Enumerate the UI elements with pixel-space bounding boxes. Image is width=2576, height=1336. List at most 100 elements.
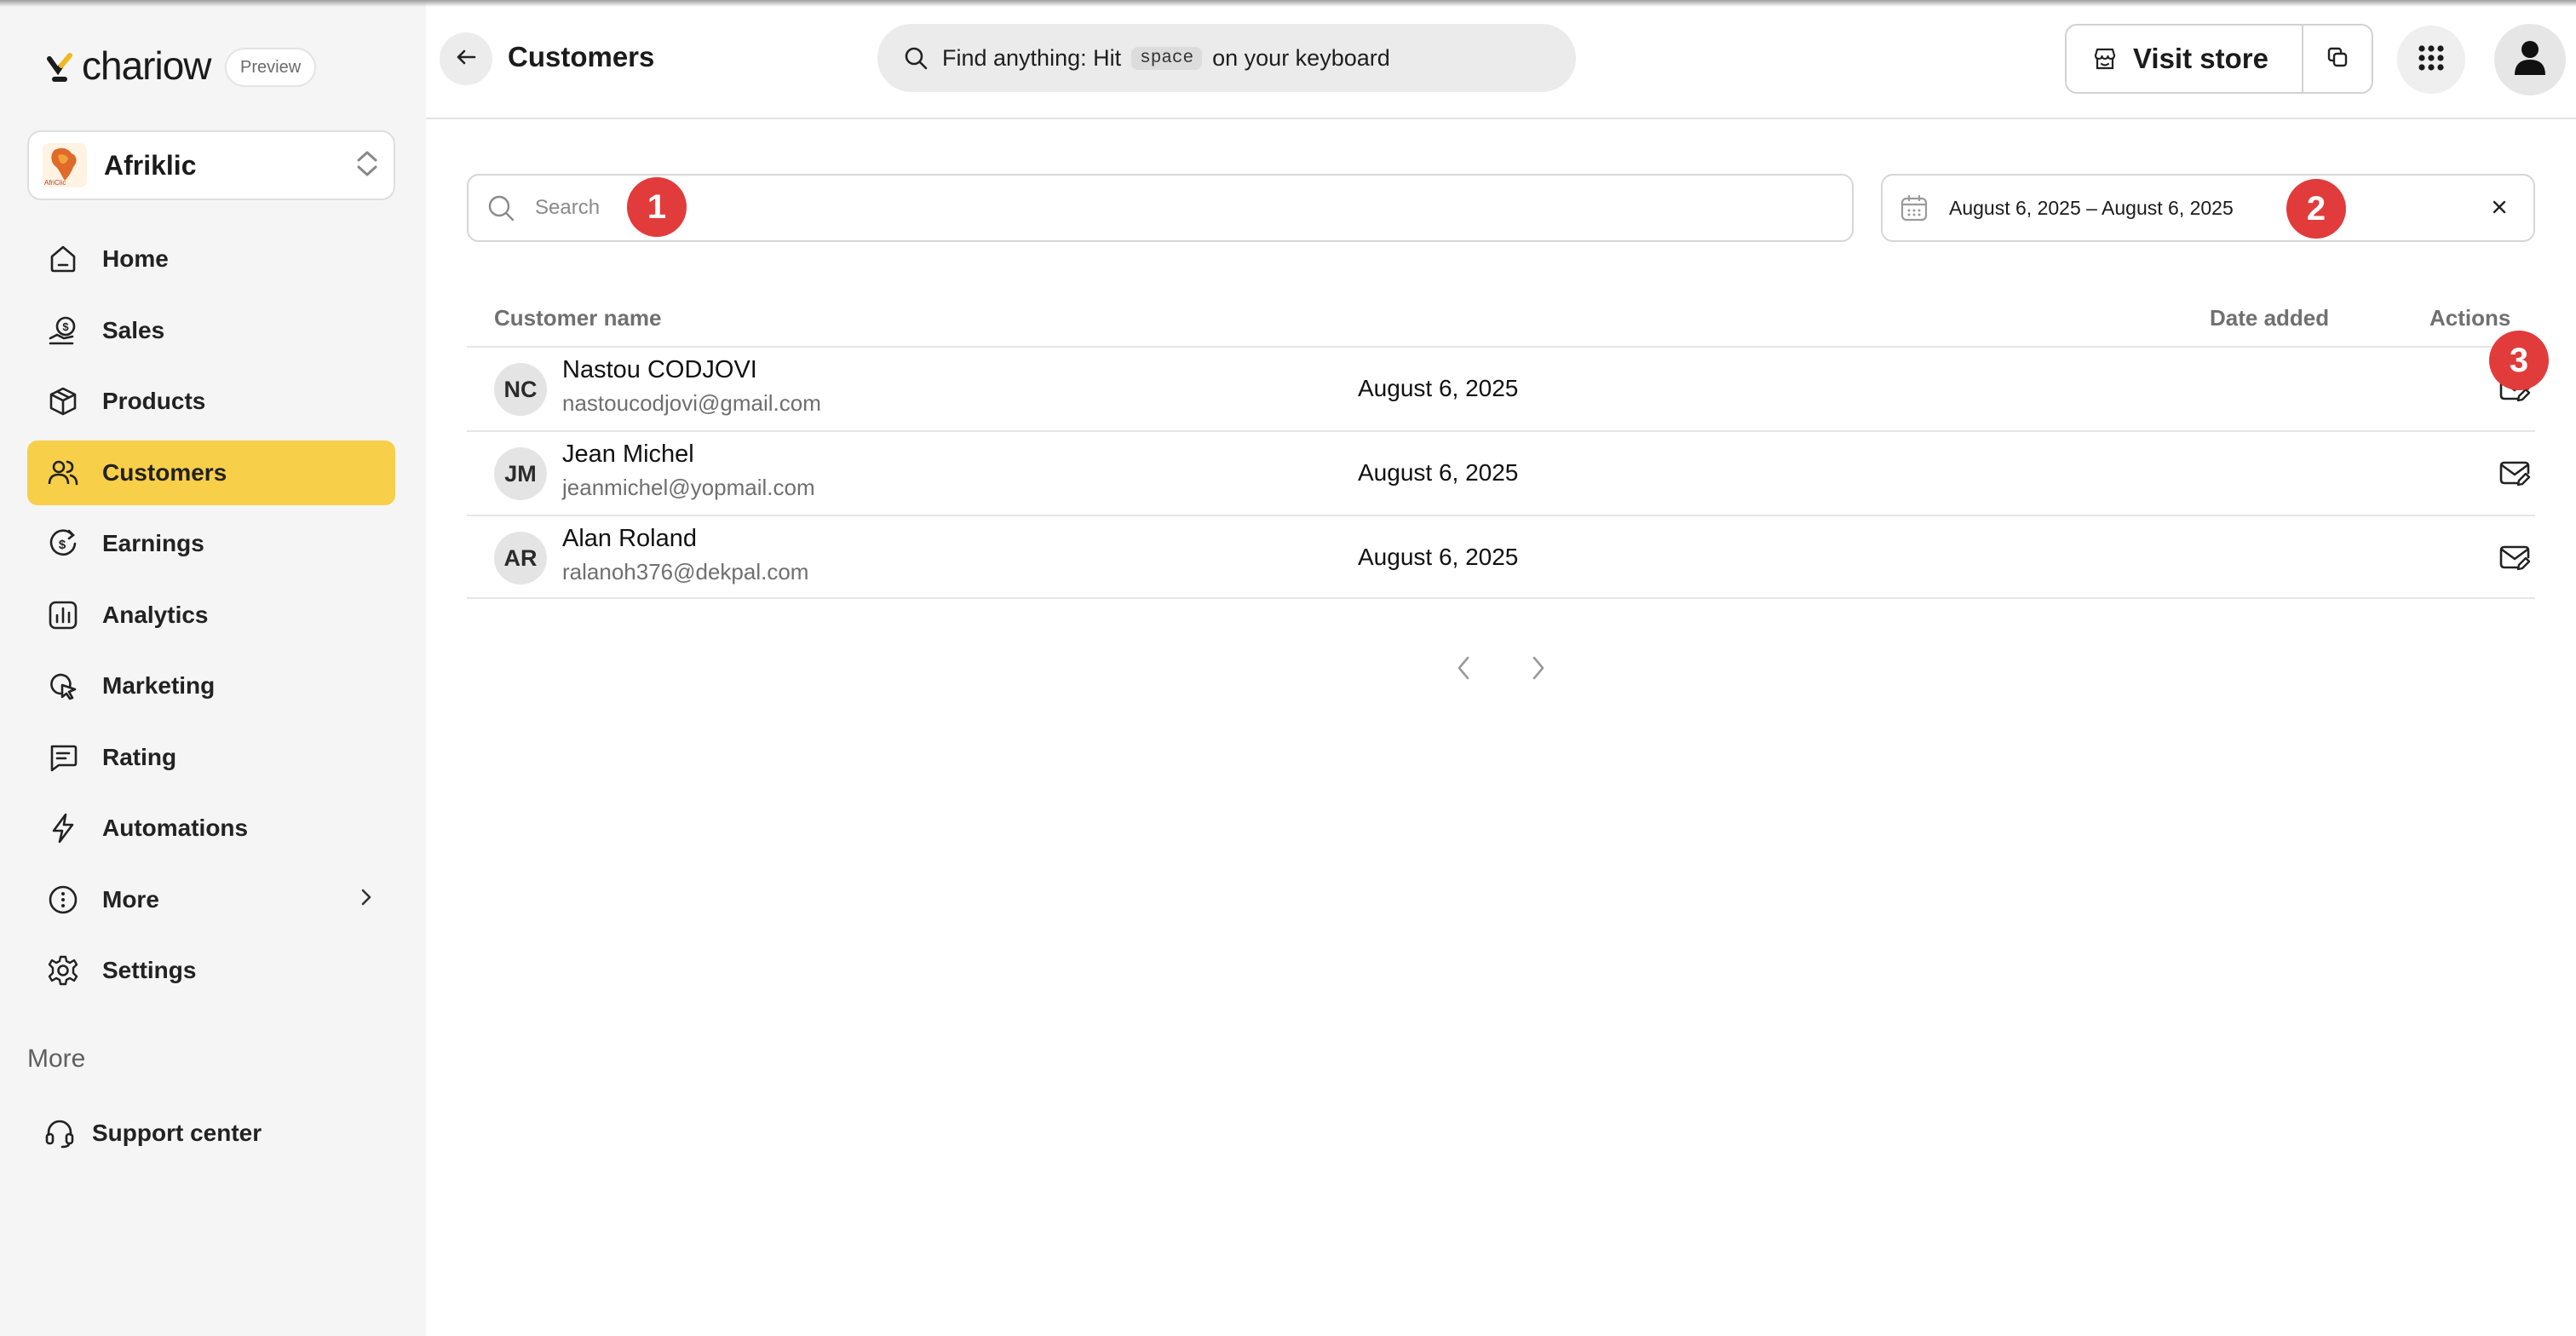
sidebar-item-label: Products (102, 388, 206, 414)
visit-store-button[interactable]: Visit store (2067, 26, 2303, 92)
previous-page-button[interactable] (1446, 653, 1481, 687)
chevron-updown-icon (354, 148, 380, 183)
date-added: August 6, 2025 (1358, 459, 1519, 486)
top-shadow (0, 0, 2576, 7)
sidebar-item-label: Customers (102, 458, 227, 486)
sidebar-item-label: Settings (102, 957, 197, 983)
close-icon (2492, 197, 2507, 220)
brand-logo[interactable]: chariow (44, 43, 212, 89)
message-icon (46, 740, 80, 775)
chart-icon (46, 598, 80, 632)
sidebar-item-products[interactable]: Products (27, 369, 395, 434)
chevron-right-icon (1530, 654, 1547, 686)
customer-email: nastoucodjovi@gmail.com (562, 390, 821, 416)
avatar: JM (494, 447, 547, 500)
customer-name: Alan Roland (562, 525, 697, 552)
keyboard-shortcut-key: space (1131, 46, 1203, 70)
annotation-marker-1: 1 (627, 177, 687, 237)
table-row[interactable]: AR Alan Roland ralanoh376@dekpal.com Aug… (467, 515, 2535, 599)
sidebar-item-analytics[interactable]: Analytics (27, 583, 395, 648)
sidebar-item-customers[interactable]: Customers (27, 440, 395, 505)
sidebar-section-heading: More (27, 1045, 86, 1073)
arrow-left-icon (454, 45, 478, 73)
user-menu-button[interactable] (2494, 24, 2566, 95)
table-row[interactable]: JM Jean Michel jeanmichel@yopmail.com Au… (467, 430, 2535, 515)
sidebar-nav: Home $ Sales Products Customers $ Earnin… (27, 227, 395, 1010)
sidebar-item-support-center[interactable]: Support center (27, 1101, 262, 1166)
cursor-icon (46, 669, 80, 703)
sidebar-item-home[interactable]: Home (27, 227, 395, 291)
dots-circle-icon (46, 883, 80, 917)
avatar: AR (494, 532, 547, 584)
store-avatar: AfriClic (43, 143, 87, 187)
svg-text:$: $ (62, 320, 69, 333)
sales-icon: $ (46, 314, 80, 348)
global-search-suffix: on your keyboard (1212, 44, 1390, 71)
bolt-icon (46, 811, 80, 845)
table-row[interactable]: NC Nastou CODJOVI nastoucodjovi@gmail.co… (467, 346, 2535, 430)
sidebar-item-earnings[interactable]: $ Earnings (27, 511, 395, 576)
column-header-date-added: Date added (2210, 305, 2330, 331)
column-header-customer-name: Customer name (494, 305, 662, 331)
global-search-bar[interactable]: Find anything: Hit space on your keyboar… (877, 24, 1576, 92)
chevron-left-icon (1455, 654, 1472, 686)
sidebar-item-label: Support center (92, 1120, 262, 1146)
sidebar-item-label: Home (102, 245, 169, 272)
logo-mark-icon (44, 49, 78, 83)
customer-email: jeanmichel@yopmail.com (562, 475, 815, 500)
home-icon (46, 242, 80, 276)
sidebar-item-label: Automations (102, 815, 249, 841)
store-switcher[interactable]: AfriClic Afriklic (27, 130, 395, 200)
sidebar-item-sales[interactable]: $ Sales (27, 298, 395, 363)
store-avatar-caption: AfriClic (44, 179, 66, 187)
sidebar-item-label: Sales (102, 316, 165, 343)
preview-badge: Preview (225, 48, 317, 87)
global-search-prefix: Find anything: Hit (942, 44, 1122, 71)
sidebar-item-marketing[interactable]: Marketing (27, 654, 395, 718)
back-button[interactable] (440, 32, 492, 85)
date-range-value: August 6, 2025 – August 6, 2025 (1949, 196, 2234, 219)
customer-name: Nastou CODJOVI (562, 356, 757, 383)
email-customer-button[interactable] (2496, 540, 2533, 578)
svg-text:$: $ (59, 538, 66, 552)
next-page-button[interactable] (1521, 653, 1555, 687)
copy-link-button[interactable] (2303, 26, 2372, 92)
sidebar-item-label: Rating (102, 743, 177, 770)
sidebar-item-label: More (102, 885, 159, 913)
storefront-icon (2092, 46, 2118, 72)
headset-icon (43, 1116, 77, 1150)
email-customer-button[interactable] (2496, 456, 2533, 493)
search-icon (903, 45, 929, 71)
date-range-picker[interactable]: August 6, 2025 – August 6, 2025 (1881, 174, 2535, 242)
earnings-icon: $ (46, 527, 80, 561)
customer-email: ralanoh376@dekpal.com (562, 559, 809, 584)
visit-store-group: Visit store (2065, 24, 2373, 94)
gear-icon (46, 953, 80, 988)
box-icon (46, 384, 80, 418)
sidebar-item-automations[interactable]: Automations (27, 796, 395, 861)
store-name: Afriklic (104, 149, 197, 181)
calendar-icon (1900, 193, 1929, 222)
customer-name: Jean Michel (562, 441, 694, 468)
brand-name: chariow (82, 43, 212, 88)
sidebar-item-label: Earnings (102, 530, 204, 556)
sidebar-item-label: Analytics (102, 601, 209, 628)
user-avatar-icon (2513, 39, 2547, 81)
clear-date-button[interactable] (2481, 189, 2518, 227)
avatar: NC (494, 363, 547, 416)
sidebar-item-settings[interactable]: Settings (27, 938, 395, 1003)
apps-menu-button[interactable] (2397, 26, 2465, 94)
mail-edit-icon (2498, 456, 2532, 494)
mail-edit-icon (2498, 540, 2532, 579)
chevron-right-icon (359, 886, 373, 913)
date-added: August 6, 2025 (1358, 544, 1519, 570)
sidebar-item-rating[interactable]: Rating (27, 725, 395, 790)
search-icon (486, 193, 516, 223)
annotation-marker-2: 2 (2286, 179, 2346, 239)
customer-search-input[interactable] (533, 195, 1044, 221)
annotation-marker-3: 3 (2489, 331, 2549, 390)
sidebar-item-more[interactable]: More (27, 867, 395, 932)
grid-dots-icon (2416, 43, 2447, 78)
copy-icon (2326, 45, 2349, 73)
page-title: Customers (508, 41, 655, 72)
